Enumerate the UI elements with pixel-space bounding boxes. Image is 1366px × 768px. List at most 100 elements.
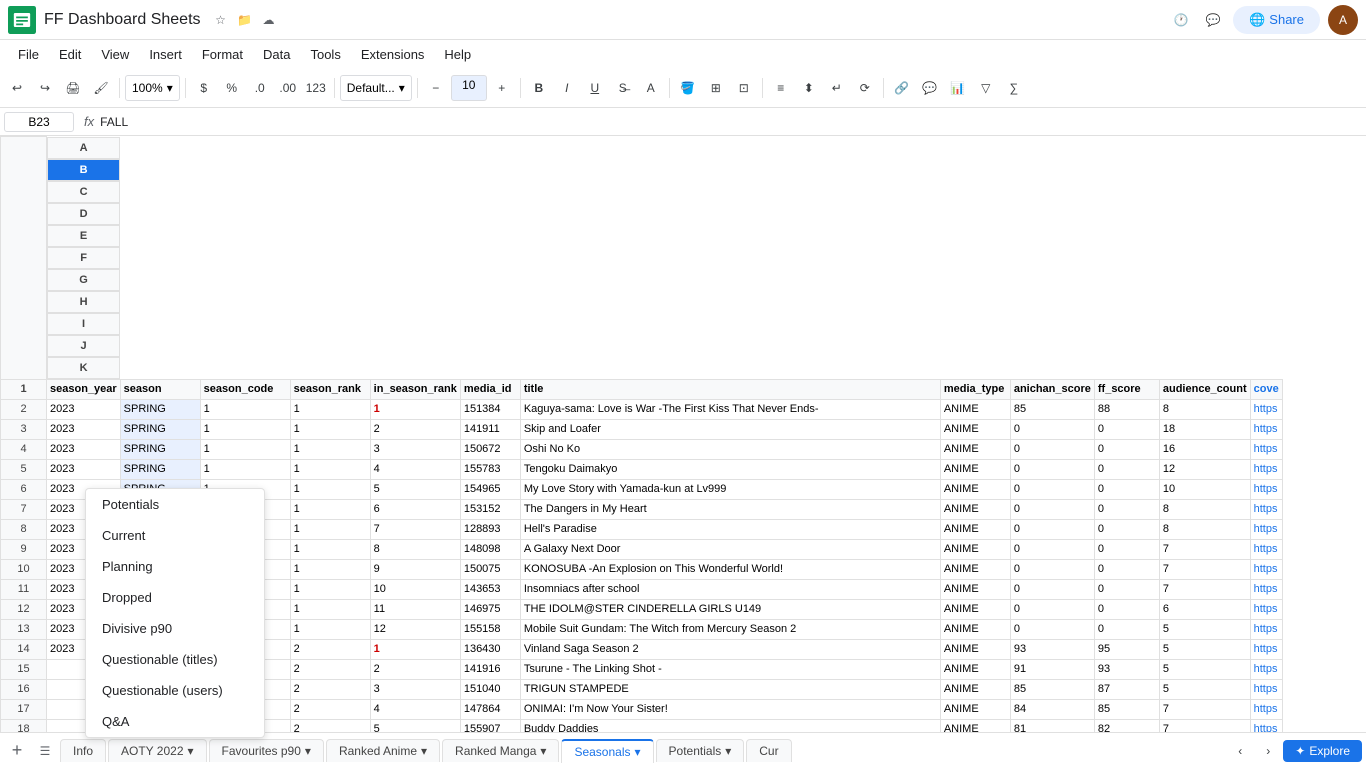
cell-d[interactable]: 1 [290,459,370,479]
cell-d[interactable]: season_rank [290,379,370,399]
cell-f[interactable]: 147864 [460,699,520,719]
cell-f[interactable]: 151040 [460,679,520,699]
cell-h[interactable]: ANIME [940,539,1010,559]
star-icon[interactable]: ☆ [211,10,231,30]
cell-i[interactable]: 0 [1010,419,1094,439]
menu-data[interactable]: Data [253,43,300,66]
cell-h[interactable]: ANIME [940,699,1010,719]
tab-seasonals[interactable]: Seasonals ▾ [561,739,653,763]
cell-k[interactable]: 7 [1159,719,1250,732]
cell-h[interactable]: ANIME [940,579,1010,599]
redo-button[interactable]: ↪ [32,75,58,101]
cell-f[interactable]: 143653 [460,579,520,599]
cell-i[interactable]: 0 [1010,619,1094,639]
cell-j[interactable]: 0 [1094,579,1159,599]
cell-e[interactable]: 3 [370,679,460,699]
underline-button[interactable]: U [582,75,608,101]
cell-e[interactable]: 5 [370,719,460,732]
comment-icon[interactable]: 💬 [1203,10,1223,30]
cell-g[interactable]: Tengoku Daimakyo [520,459,940,479]
function-button[interactable]: ∑ [1001,75,1027,101]
link-button[interactable]: 🔗 [889,75,915,101]
dropdown-item-dropped[interactable]: Dropped [86,582,264,613]
cell-e[interactable]: 4 [370,459,460,479]
cell-e[interactable]: 6 [370,499,460,519]
tab-ranked-anime[interactable]: Ranked Anime ▾ [326,739,440,762]
cell-g[interactable]: Skip and Loafer [520,419,940,439]
cell-j[interactable]: 87 [1094,679,1159,699]
cell-j[interactable]: 0 [1094,479,1159,499]
cell-d[interactable]: 1 [290,419,370,439]
cell-h[interactable]: ANIME [940,659,1010,679]
cell-k[interactable]: 5 [1159,619,1250,639]
cell-g[interactable]: Insomniacs after school [520,579,940,599]
fill-color-button[interactable]: 🪣 [675,75,701,101]
cell-f[interactable]: 136430 [460,639,520,659]
cell-k[interactable]: 8 [1159,499,1250,519]
cell-e[interactable]: 11 [370,599,460,619]
percent-button[interactable]: % [219,75,245,101]
cell-f[interactable]: 155907 [460,719,520,732]
cell-l[interactable]: https [1250,599,1282,619]
cell-j[interactable]: 85 [1094,699,1159,719]
menu-edit[interactable]: Edit [49,43,91,66]
cell-i[interactable]: 0 [1010,519,1094,539]
cell-j[interactable]: 0 [1094,499,1159,519]
cell-i[interactable]: 0 [1010,499,1094,519]
col-header-h[interactable]: H [47,291,120,313]
folder-icon[interactable]: 📁 [235,10,255,30]
cell-f[interactable]: 150672 [460,439,520,459]
cell-g[interactable]: title [520,379,940,399]
tab-prev-button[interactable]: ‹ [1227,738,1253,764]
zoom-dropdown[interactable]: 100% ▾ [125,75,180,101]
cell-k[interactable]: 5 [1159,639,1250,659]
cell-i[interactable]: 93 [1010,639,1094,659]
cell-k[interactable]: 6 [1159,599,1250,619]
cell-d[interactable]: 2 [290,679,370,699]
cell-a[interactable]: 2023 [47,459,121,479]
cell-c[interactable]: 1 [200,419,290,439]
cell-g[interactable]: Hell's Paradise [520,519,940,539]
increase-decimal-button[interactable]: .00 [275,75,301,101]
cell-h[interactable]: ANIME [940,439,1010,459]
dropdown-item-questionable-titles[interactable]: Questionable (titles) [86,644,264,675]
cell-k[interactable]: 7 [1159,539,1250,559]
cell-h[interactable]: ANIME [940,559,1010,579]
cell-d[interactable]: 1 [290,499,370,519]
h-align-button[interactable]: ≡ [768,75,794,101]
cell-g[interactable]: KONOSUBA -An Explosion on This Wonderful… [520,559,940,579]
cell-h[interactable]: ANIME [940,419,1010,439]
cell-f[interactable]: 153152 [460,499,520,519]
cell-l[interactable]: https [1250,699,1282,719]
cell-g[interactable]: Kaguya-sama: Love is War -The First Kiss… [520,399,940,419]
menu-insert[interactable]: Insert [139,43,192,66]
cell-i[interactable]: 0 [1010,559,1094,579]
cell-g[interactable]: Tsurune - The Linking Shot - [520,659,940,679]
cell-j[interactable]: 0 [1094,539,1159,559]
cell-k[interactable]: 5 [1159,659,1250,679]
cell-d[interactable]: 1 [290,559,370,579]
cell-a[interactable]: 2023 [47,399,121,419]
history-icon[interactable]: 🕐 [1171,10,1191,30]
cell-b[interactable]: SPRING [120,459,200,479]
italic-button[interactable]: I [554,75,580,101]
cell-a[interactable]: 2023 [47,439,121,459]
borders-button[interactable]: ⊞ [703,75,729,101]
cell-d[interactable]: 2 [290,639,370,659]
col-header-a[interactable]: A [47,137,120,159]
cell-b[interactable]: SPRING [120,419,200,439]
cell-l[interactable]: https [1250,459,1282,479]
tab-favourites[interactable]: Favourites p90 ▾ [209,739,324,762]
text-rotate-button[interactable]: ⟳ [852,75,878,101]
cell-e[interactable]: in_season_rank [370,379,460,399]
cell-l[interactable]: https [1250,679,1282,699]
cell-h[interactable]: ANIME [940,599,1010,619]
cell-k[interactable]: 16 [1159,439,1250,459]
cell-k[interactable]: 10 [1159,479,1250,499]
cell-e[interactable]: 4 [370,699,460,719]
cell-f[interactable]: 150075 [460,559,520,579]
menu-extensions[interactable]: Extensions [351,43,435,66]
cell-b[interactable]: SPRING [120,399,200,419]
decrease-decimal-button[interactable]: .0 [247,75,273,101]
cell-c[interactable]: 1 [200,399,290,419]
